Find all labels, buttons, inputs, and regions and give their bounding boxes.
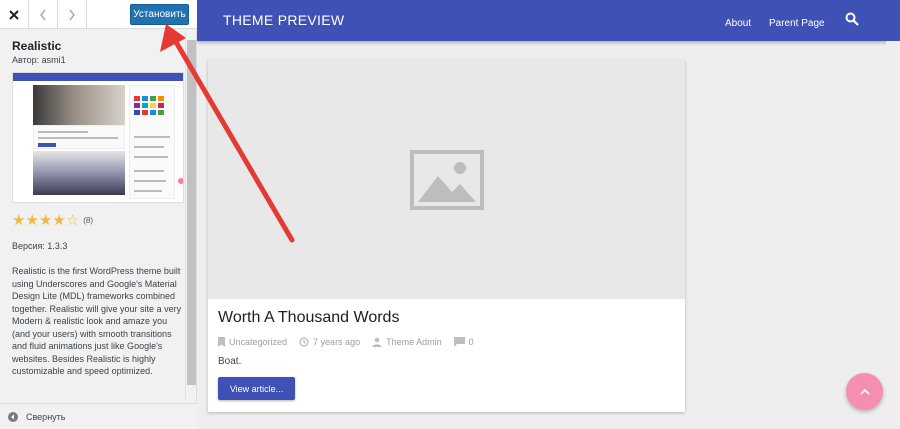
post-title[interactable]: Worth A Thousand Words — [218, 309, 399, 327]
nav-link-parent-page[interactable]: Parent Page — [769, 18, 825, 29]
close-icon — [9, 9, 19, 20]
nav-link-about[interactable]: About — [725, 18, 751, 29]
view-article-button[interactable]: View article... — [218, 377, 295, 400]
image-placeholder-icon — [409, 149, 484, 210]
post-excerpt: Boat. — [218, 356, 242, 367]
star-icon: ★ — [25, 212, 39, 229]
bookmark-icon — [218, 337, 225, 347]
theme-rating: ★ ★ ★ ★ ☆ (8) — [12, 213, 93, 228]
next-theme-button[interactable] — [58, 0, 87, 29]
post-date: 7 years ago — [313, 337, 361, 347]
collapse-label: Свернуть — [26, 411, 66, 422]
theme-author: Автор: asmi1 — [12, 55, 66, 65]
chevron-right-icon — [69, 9, 75, 20]
star-outline-icon: ☆ — [65, 212, 80, 229]
post-category[interactable]: Uncategorized — [229, 337, 287, 347]
back-to-top-button[interactable] — [846, 373, 883, 410]
theme-details-sidebar: Установить Realistic Автор: asmi1 ★ ★ ★ … — [0, 0, 197, 429]
collapse-icon — [8, 411, 18, 422]
person-icon — [372, 337, 382, 347]
site-header: THEME PREVIEW About Parent Page — [197, 0, 900, 41]
close-button[interactable] — [0, 0, 29, 29]
sidebar-scrollbar[interactable] — [185, 30, 196, 400]
post-comments-count[interactable]: 0 — [469, 337, 474, 347]
scrollbar-thumb[interactable] — [187, 40, 196, 385]
clock-icon — [299, 337, 309, 347]
post-thumbnail[interactable] — [208, 60, 685, 299]
post-author[interactable]: Theme Admin — [386, 337, 442, 347]
theme-preview-frame: THEME PREVIEW About Parent Page Worth A … — [197, 0, 900, 429]
theme-description: Realistic is the first WordPress theme b… — [12, 266, 182, 376]
chevron-up-icon — [859, 388, 870, 395]
site-title[interactable]: THEME PREVIEW — [223, 12, 344, 28]
search-button[interactable] — [845, 12, 859, 26]
previous-theme-button[interactable] — [29, 0, 58, 29]
theme-name: Realistic — [12, 39, 62, 53]
search-icon — [845, 12, 859, 26]
star-icon: ★ — [38, 212, 53, 229]
comment-icon — [453, 337, 465, 347]
star-icon: ★ — [52, 212, 66, 229]
post-card: Worth A Thousand Words Uncategorized 7 y… — [208, 60, 685, 412]
rating-count: (8) — [83, 216, 94, 225]
sidebar-toolbar: Установить — [0, 0, 197, 29]
star-icon: ★ — [12, 212, 26, 229]
theme-version: Версия: 1.3.3 — [12, 241, 68, 251]
preview-scrollbar[interactable] — [886, 41, 900, 429]
post-meta: Uncategorized 7 years ago Theme Admin 0 — [218, 336, 486, 348]
collapse-sidebar-button[interactable]: Свернуть — [0, 403, 197, 429]
install-button[interactable]: Установить — [130, 4, 189, 25]
theme-screenshot — [12, 72, 184, 203]
chevron-left-icon — [40, 9, 46, 20]
